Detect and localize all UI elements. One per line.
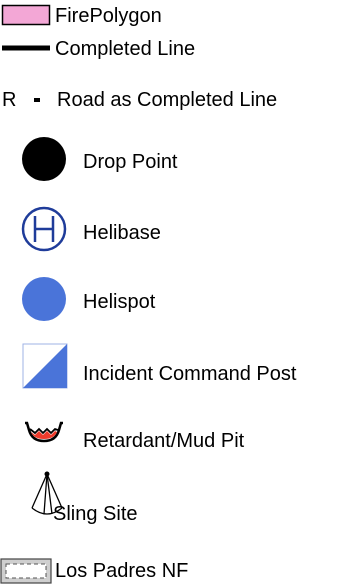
blue-circle-icon [22, 277, 66, 321]
command-post-square-icon [22, 343, 68, 389]
legend-item-helibase: Helibase [0, 205, 347, 255]
pink-rectangle-swatch-icon [1, 4, 51, 26]
legend-item-helispot: Helispot [0, 275, 347, 325]
legend-label: Road as Completed Line [57, 89, 278, 111]
retardant-pit-icon [25, 421, 63, 443]
legend-label: Los Padres NF [55, 560, 189, 582]
thick-black-line-icon [2, 45, 50, 51]
road-prefix: R [2, 89, 17, 111]
legend-label: Drop Point [83, 151, 178, 173]
legend-item-completed-line: Completed Line [0, 35, 347, 63]
legend-label: Completed Line [55, 38, 196, 60]
legend-item-drop-point: Drop Point [0, 135, 347, 185]
legend-label: Helispot [83, 291, 156, 313]
legend-label: FirePolygon [55, 5, 162, 27]
legend-item-icp: Incident Command Post [0, 343, 347, 393]
helibase-h-circle-icon [21, 206, 67, 252]
black-circle-icon [22, 137, 66, 181]
legend-item-retardant-pit: Retardant/Mud Pit [0, 420, 347, 460]
legend-item-road-completed: R Road as Completed Line [0, 85, 347, 115]
road-dash-icon [34, 98, 40, 102]
legend-item-sling-site: Sling Site [0, 470, 347, 530]
forest-boundary-icon [0, 558, 52, 584]
legend-label: Retardant/Mud Pit [83, 430, 245, 452]
legend-label: Sling Site [53, 503, 138, 525]
legend-label: Helibase [83, 222, 161, 244]
legend-item-fire-polygon: FirePolygon [0, 0, 347, 30]
legend-item-los-padres: Los Padres NF [0, 556, 347, 586]
legend-label: Incident Command Post [83, 363, 297, 385]
